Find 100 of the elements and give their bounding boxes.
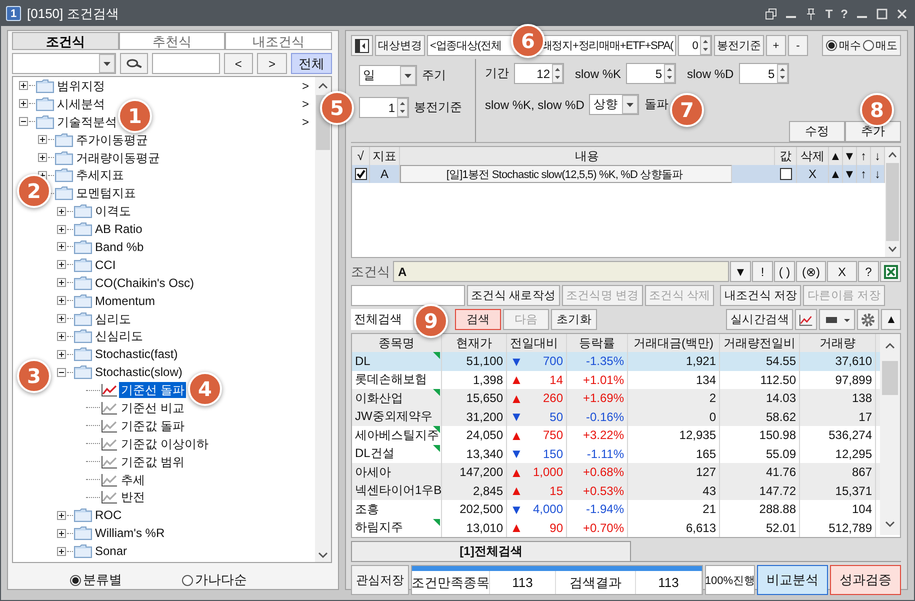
verify-button[interactable]: 성과검증 [830, 565, 901, 595]
offset-spinner[interactable]: 0 [678, 35, 712, 56]
expand-icon[interactable] [38, 135, 47, 144]
operator-button[interactable]: ? [858, 261, 879, 282]
direction-dropdown[interactable]: 상향 [589, 94, 640, 115]
parameter-spinner[interactable]: 12 [514, 63, 564, 84]
radio-button[interactable]: 매도 [862, 38, 897, 53]
spinner-arrows-icon[interactable] [700, 36, 712, 55]
tab[interactable]: [1]전체검색 [351, 541, 631, 561]
maximize-icon[interactable] [876, 8, 888, 20]
expand-icon[interactable] [57, 314, 66, 324]
radio-button[interactable]: 가나다순 [182, 571, 247, 589]
search-button[interactable] [120, 53, 148, 74]
operator-button[interactable]: (⊗) [796, 261, 826, 282]
realtime-search-button[interactable]: 실시간검색 [726, 309, 793, 330]
expand-icon[interactable] [38, 153, 47, 162]
tree-item[interactable]: ROC [93, 507, 124, 524]
expand-icon[interactable] [57, 260, 66, 270]
tree-item[interactable]: Stochastic(slow) [93, 364, 184, 380]
action-button[interactable]: 내조건식 저장 [720, 285, 802, 306]
all-button[interactable]: 전체 [290, 53, 332, 74]
search-action-button[interactable]: 초기화 [551, 309, 597, 330]
tree-item[interactable]: CO(Chaikin's Osc) [93, 274, 196, 291]
pin-icon[interactable] [805, 8, 818, 20]
result-row[interactable]: DL 51,100 ▼ 700 -1.35% 1,921 54.55 37,610 [352, 352, 880, 370]
tree-item[interactable]: CCI [93, 256, 118, 273]
action-button[interactable]: 조건식 새로작성 [467, 285, 560, 306]
chart-button[interactable] [795, 309, 817, 330]
parameter-spinner[interactable]: 5 [738, 63, 789, 84]
close-icon[interactable] [896, 8, 908, 20]
tree-item[interactable]: 기준값 이상이하 [119, 436, 210, 452]
title-bar-button[interactable]: T [825, 6, 833, 20]
move-button[interactable]: ▼ [843, 165, 857, 183]
expand-icon[interactable] [19, 99, 28, 108]
view-dropdown-button[interactable] [819, 309, 855, 330]
tree-item[interactable]: 신심리도 [93, 328, 145, 344]
operator-button[interactable]: ( ) [774, 261, 795, 282]
expand-icon[interactable] [57, 350, 66, 359]
radio-button[interactable]: 매수 [826, 38, 861, 53]
tree-item[interactable]: 심리도 [93, 310, 133, 327]
tree-item[interactable]: 범위지정 [55, 78, 107, 94]
scope-dropdown[interactable]: 전체검색 [351, 309, 413, 330]
tree-item[interactable]: 거래량이동평균 [74, 150, 162, 166]
spinner-arrows-icon[interactable] [397, 98, 408, 117]
expand-icon[interactable] [57, 528, 66, 538]
expand-icon[interactable] [57, 332, 66, 341]
collapse-icon[interactable] [57, 368, 66, 377]
change-target-button[interactable]: 대상변경 [375, 35, 425, 56]
basis-button[interactable]: 봉전기준 [714, 35, 764, 56]
previous-button[interactable]: < [224, 53, 254, 74]
operator-button[interactable]: ▼ [730, 261, 751, 282]
spinner-arrows-icon[interactable] [552, 64, 563, 83]
tree-item[interactable]: 기준값 돌파 [119, 418, 186, 434]
tree-item[interactable]: Momentum [93, 292, 158, 309]
offset-spinner[interactable]: 1 [359, 97, 409, 118]
operator-button[interactable]: ! [752, 261, 773, 282]
checkbox[interactable] [780, 168, 792, 180]
spinner-arrows-icon[interactable] [776, 64, 788, 83]
checkbox[interactable] [354, 168, 366, 180]
tree-item[interactable]: 모멘텀지표 [74, 185, 138, 202]
tree-item[interactable]: 이격도 [93, 203, 133, 220]
period-dropdown[interactable]: 일 [359, 65, 417, 86]
result-row[interactable]: 롯데손해보험 1,398 ▲ 14 +1.01% 134 112.50 97,899 [352, 370, 880, 389]
tab[interactable]: 내조건식 [225, 32, 332, 50]
tree-item[interactable]: 시세분석 [55, 96, 107, 112]
input-field[interactable] [351, 285, 465, 306]
tree-item[interactable]: AB Ratio [93, 221, 144, 238]
result-row[interactable]: 넥센타이어1우B 2,845 ▲ 15 +0.53% 43 147.72 15,371 [352, 482, 880, 500]
tree-item[interactable]: Stochastic(fast) [93, 346, 180, 362]
compare-button[interactable]: 비교분석 [757, 565, 828, 595]
submenu-arrow[interactable]: > [302, 96, 315, 111]
remove-button[interactable]: - [788, 35, 808, 56]
delete-button[interactable]: X [797, 165, 829, 183]
tree-item[interactable]: William's %R [93, 525, 167, 542]
expand-icon[interactable] [57, 546, 66, 556]
formula-field[interactable]: A [393, 261, 729, 282]
save-watchlist-button[interactable]: 관심저장 [351, 565, 409, 595]
tree-item[interactable]: 기준값 범위 [119, 454, 186, 470]
tab[interactable]: 추천식 [118, 32, 226, 50]
result-row[interactable]: 이화산업 15,650 ▲ 260 +1.69% 2 14.03 138 [352, 389, 880, 408]
tree-item[interactable]: 추세 [119, 472, 147, 488]
result-row[interactable]: 아세아 147,200 ▲ 1,000 +0.68% 127 41.76 867 [352, 463, 880, 482]
input-field[interactable] [152, 53, 220, 74]
excel-button[interactable] [880, 261, 901, 282]
operator-button[interactable]: X [827, 261, 857, 282]
tab[interactable]: 조건식 [12, 32, 119, 50]
expand-icon[interactable] [57, 278, 66, 288]
tree-item[interactable]: 기준선 돌파 [119, 382, 186, 398]
tree-item[interactable]: Band %b [93, 238, 146, 255]
panel-toggle-button[interactable] [351, 35, 373, 56]
expand-icon[interactable] [57, 206, 66, 216]
next-button[interactable]: > [257, 53, 287, 74]
radio-button[interactable]: 분류별 [70, 571, 122, 589]
tree-item[interactable]: 반전 [119, 489, 147, 506]
search-action-button[interactable]: 검색 [455, 309, 501, 330]
restore-icon[interactable] [765, 8, 778, 20]
tree-item[interactable]: 기준선 비교 [119, 400, 186, 416]
expand-icon[interactable] [57, 224, 66, 234]
action-button[interactable]: 추가 [845, 121, 901, 142]
submenu-arrow[interactable]: > [302, 114, 315, 129]
